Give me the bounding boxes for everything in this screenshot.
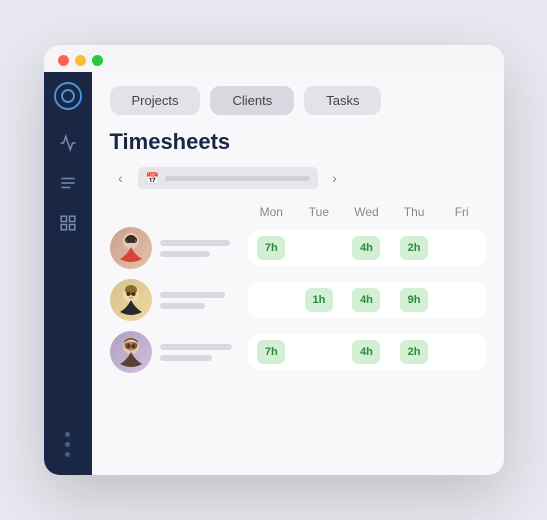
avatar-1 [110, 227, 152, 269]
sidebar [44, 72, 92, 475]
hour-cell-1-tue[interactable] [295, 236, 343, 260]
title-bar [44, 45, 504, 72]
hour-empty [257, 288, 285, 312]
user-name-line-2 [160, 292, 225, 298]
hour-cell-2-mon[interactable] [248, 288, 296, 312]
hour-cell-1-wed[interactable]: 4h [343, 236, 391, 260]
user-role-line-1 [160, 251, 210, 257]
sidebar-dot-2 [65, 442, 70, 447]
hour-cell-1-mon[interactable]: 7h [248, 236, 296, 260]
minimize-dot[interactable] [75, 55, 86, 66]
hour-cell-2-thu[interactable]: 9h [390, 288, 438, 312]
hours-row-1: 7h 4h 2h [248, 230, 486, 266]
hour-badge: 7h [257, 236, 285, 260]
content-area: Projects Clients Tasks Timesheets ‹ 📅 › … [44, 72, 504, 475]
hours-grid-3: 7h 4h 2h [248, 334, 486, 370]
data-area: 7h 4h 2h [110, 227, 486, 373]
table-row: 7h 4h 2h [110, 331, 486, 373]
hour-empty [448, 236, 476, 260]
hour-cell-1-fri[interactable] [438, 236, 486, 260]
hour-cell-2-fri[interactable] [438, 288, 486, 312]
hour-cell-3-wed[interactable]: 4h [343, 340, 391, 364]
day-tue: Tue [295, 205, 343, 219]
day-mon: Mon [248, 205, 296, 219]
days-header-row: Mon Tue Wed Thu Fri [110, 205, 486, 219]
table-row: 7h 4h 2h [110, 227, 486, 269]
tab-tasks[interactable]: Tasks [304, 86, 381, 115]
sidebar-logo[interactable] [54, 82, 82, 110]
hour-empty [305, 340, 333, 364]
hour-badge: 2h [400, 340, 428, 364]
prev-button[interactable]: ‹ [110, 167, 132, 189]
analytics-icon[interactable] [57, 132, 79, 154]
page-title: Timesheets [110, 129, 486, 155]
user-name-line-3 [160, 344, 232, 350]
day-fri: Fri [438, 205, 486, 219]
logo-inner [61, 89, 75, 103]
user-name-line-1 [160, 240, 230, 246]
avatar-2 [110, 279, 152, 321]
calendar-bar: 📅 [138, 167, 318, 189]
hour-empty [448, 288, 476, 312]
avatar-3 [110, 331, 152, 373]
hour-cell-2-wed[interactable]: 4h [343, 288, 391, 312]
tabs-row: Projects Clients Tasks [110, 86, 486, 115]
sidebar-dot-3 [65, 452, 70, 457]
calendar-nav: ‹ 📅 › [110, 167, 486, 189]
hour-empty [305, 236, 333, 260]
hour-badge: 4h [352, 340, 380, 364]
hours-row-2: 1h 4h 9h [248, 282, 486, 318]
hour-badge: 1h [305, 288, 333, 312]
close-dot[interactable] [58, 55, 69, 66]
list-icon[interactable] [57, 172, 79, 194]
day-wed: Wed [343, 205, 391, 219]
user-role-line-2 [160, 303, 205, 309]
main-content: Projects Clients Tasks Timesheets ‹ 📅 › … [92, 72, 504, 475]
calendar-icon: 📅 [146, 172, 160, 185]
day-thu: Thu [390, 205, 438, 219]
hour-badge: 9h [400, 288, 428, 312]
hour-cell-1-thu[interactable]: 2h [390, 236, 438, 260]
user-lines-3 [160, 344, 232, 361]
hour-badge: 4h [352, 236, 380, 260]
tab-clients[interactable]: Clients [210, 86, 294, 115]
calendar-line [165, 176, 309, 181]
user-section-2 [110, 279, 240, 321]
hour-badge: 7h [257, 340, 285, 364]
table-row: 1h 4h 9h [110, 279, 486, 321]
user-role-line-3 [160, 355, 212, 361]
user-section-1 [110, 227, 240, 269]
hours-grid-2: 1h 4h 9h [248, 282, 486, 318]
user-section-3 [110, 331, 240, 373]
next-button[interactable]: › [324, 167, 346, 189]
hour-cell-3-thu[interactable]: 2h [390, 340, 438, 364]
hour-cell-3-tue[interactable] [295, 340, 343, 364]
sidebar-dots [65, 432, 70, 457]
days-header: Mon Tue Wed Thu Fri [248, 205, 486, 219]
sidebar-dot-1 [65, 432, 70, 437]
user-lines-1 [160, 240, 230, 257]
hour-badge: 2h [400, 236, 428, 260]
hour-cell-3-fri[interactable] [438, 340, 486, 364]
hour-cell-2-tue[interactable]: 1h [295, 288, 343, 312]
hours-grid-1: 7h 4h 2h [248, 230, 486, 266]
hour-badge: 4h [352, 288, 380, 312]
user-lines-2 [160, 292, 225, 309]
hours-row-3: 7h 4h 2h [248, 334, 486, 370]
grid-icon[interactable] [57, 212, 79, 234]
hour-cell-3-mon[interactable]: 7h [248, 340, 296, 364]
maximize-dot[interactable] [92, 55, 103, 66]
tab-projects[interactable]: Projects [110, 86, 201, 115]
hour-empty [448, 340, 476, 364]
app-window: Projects Clients Tasks Timesheets ‹ 📅 › … [44, 45, 504, 475]
